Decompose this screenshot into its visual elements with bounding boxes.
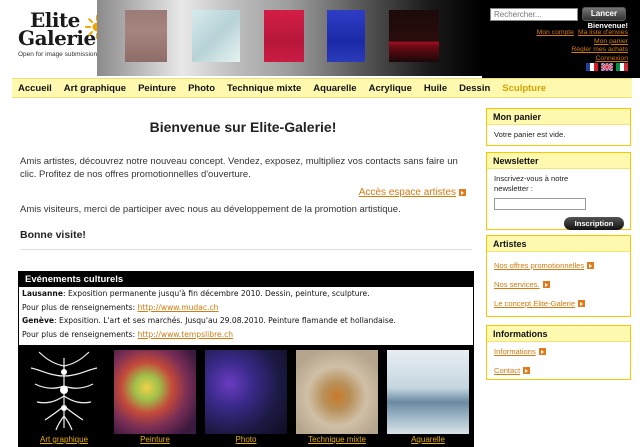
divider <box>20 249 472 250</box>
event-text: : Exposition permanente jusqu'à fin déce… <box>62 289 370 298</box>
header: Elite Galerie Open for image submissions <box>0 0 640 78</box>
painting-red-image <box>125 10 167 62</box>
newsletter-email-input[interactable] <box>494 198 586 210</box>
newsletter-box: Newsletter Inscrivez-vous à notre newsle… <box>486 152 631 230</box>
nav-item-peinture[interactable]: Peinture <box>132 83 182 94</box>
painting-crimson-image <box>264 10 304 62</box>
language-switcher <box>586 63 628 71</box>
painting-blue-pale-image <box>192 10 240 62</box>
event-more-label: Pour plus de renseignements: <box>22 302 136 312</box>
checkout-link[interactable]: Régler mes achats <box>537 46 628 55</box>
event-text: : Exposition. L'art et ses marchés. Jusq… <box>54 316 396 325</box>
cart-empty-text: Votre panier est vide. <box>494 130 566 139</box>
cart-title: Mon panier <box>487 109 630 125</box>
search-button[interactable]: Lancer <box>582 7 626 21</box>
arrow-right-icon <box>578 300 586 307</box>
artists-box: Artistes Nos offres promotionnelles Nos … <box>486 235 631 317</box>
gallery-label-photo[interactable]: Photo <box>205 435 287 444</box>
art-graphique-image <box>30 351 98 431</box>
events-title: Evénements culturels <box>19 272 473 287</box>
painting-dark-image <box>389 10 439 62</box>
site-logo[interactable]: Elite Galerie Open for image submissions <box>18 10 109 66</box>
nav-item-aquarelle[interactable]: Aquarelle <box>307 83 362 94</box>
gallery-thumb-photo[interactable] <box>205 350 287 434</box>
wishlist-link[interactable]: Ma liste d'envies <box>578 29 628 38</box>
event-item: Lausanne: Exposition permanente jusqu'à … <box>19 287 473 301</box>
info-box: Informations Informations Contact <box>486 325 631 380</box>
gallery-thumb-aquarelle[interactable] <box>387 350 469 434</box>
artist-access-label: Accès espace artistes <box>358 187 456 198</box>
event-more-label: Pour plus de renseignements: <box>22 329 136 339</box>
gallery-label-art-graphique[interactable]: Art graphique <box>23 435 105 444</box>
info-links: Informations Contact <box>487 342 630 385</box>
nav-item-technique-mixte[interactable]: Technique mixte <box>221 83 307 94</box>
nav-item-dessin[interactable]: Dessin <box>453 83 496 94</box>
arrow-right-icon <box>538 348 546 355</box>
nav-item-art-graphique[interactable]: Art graphique <box>58 83 132 94</box>
account-links: Mon compte Ma liste d'envies Mon panier … <box>537 29 628 63</box>
arrow-right-icon <box>587 262 595 269</box>
gallery-thumb-peinture[interactable] <box>114 350 196 434</box>
artists-title: Artistes <box>487 236 630 252</box>
gallery-thumb-art-graphique[interactable] <box>23 350 105 434</box>
event-more: Pour plus de renseignements: http://www.… <box>19 301 473 315</box>
nav-item-huile[interactable]: Huile <box>418 83 453 94</box>
arrow-right-icon <box>523 367 531 374</box>
good-visit-text: Bonne visite! <box>20 229 86 241</box>
flag-uk-icon[interactable] <box>601 63 613 71</box>
services-link[interactable]: Nos services. <box>494 280 540 289</box>
information-link[interactable]: Informations <box>494 347 536 356</box>
newsletter-body: Inscrivez-vous à notre newsletter : <box>487 169 630 215</box>
event-url-link[interactable]: http://www.mudac.ch <box>138 303 219 312</box>
info-title: Informations <box>487 326 630 342</box>
logo-tagline: Open for image submissions <box>18 51 101 58</box>
artists-links: Nos offres promotionnelles Nos services.… <box>487 252 630 318</box>
gallery-label-technique-mixte[interactable]: Technique mixte <box>296 435 378 444</box>
search-input[interactable] <box>490 8 578 21</box>
category-gallery: Art graphique Peinture Photo Technique m… <box>18 346 474 447</box>
gallery-label-peinture[interactable]: Peinture <box>114 435 196 444</box>
nav-item-photo[interactable]: Photo <box>182 83 221 94</box>
account-panel: Lancer Bienvenue! Mon compte Ma liste d'… <box>482 0 640 78</box>
painting-blue-image <box>327 10 365 62</box>
concept-link[interactable]: Le concept Elite-Galerie <box>494 299 575 308</box>
header-art-banner <box>97 0 482 76</box>
visitors-text: Amis visiteurs, merci de participer avec… <box>20 204 401 215</box>
event-city: Genève <box>22 316 55 325</box>
main-nav: Accueil Art graphique Peinture Photo Tec… <box>12 78 632 98</box>
arrow-right-icon <box>542 281 550 288</box>
newsletter-title: Newsletter <box>487 153 630 169</box>
gallery-label-aquarelle[interactable]: Aquarelle <box>387 435 469 444</box>
event-city: Lausanne <box>22 289 63 298</box>
flag-fr-icon[interactable] <box>586 63 598 71</box>
events-panel: Evénements culturels Lausanne: Expositio… <box>18 271 474 346</box>
my-account-link[interactable]: Mon compte <box>537 29 574 38</box>
intro-text: Amis artistes, découvrez notre nouveau c… <box>20 156 458 180</box>
cart-box: Mon panier Votre panier est vide. <box>486 108 631 146</box>
artist-access-link[interactable]: Accès espace artistes <box>359 187 466 198</box>
arrow-right-icon <box>459 189 466 196</box>
nav-item-sculpture[interactable]: Sculpture <box>496 83 552 94</box>
event-more: Pour plus de renseignements: http://www.… <box>19 328 473 342</box>
event-url-link[interactable]: http://www.tempslibre.ch <box>138 330 234 339</box>
newsletter-subscribe-button[interactable]: Inscription <box>564 217 624 230</box>
page-title: Bienvenue sur Elite-Galerie! <box>149 119 337 135</box>
cart-link[interactable]: Mon panier <box>537 38 628 47</box>
nav-item-acrylique[interactable]: Acrylique <box>363 83 418 94</box>
flag-it-icon[interactable] <box>616 63 628 71</box>
contact-link[interactable]: Contact <box>494 366 520 375</box>
promo-offers-link[interactable]: Nos offres promotionnelles <box>494 261 584 270</box>
nav-item-accueil[interactable]: Accueil <box>12 83 58 94</box>
gallery-thumb-technique-mixte[interactable] <box>296 350 378 434</box>
event-item: Genève: Exposition. L'art et ses marchés… <box>19 314 473 328</box>
newsletter-text: Inscrivez-vous à notre newsletter : <box>494 174 569 193</box>
